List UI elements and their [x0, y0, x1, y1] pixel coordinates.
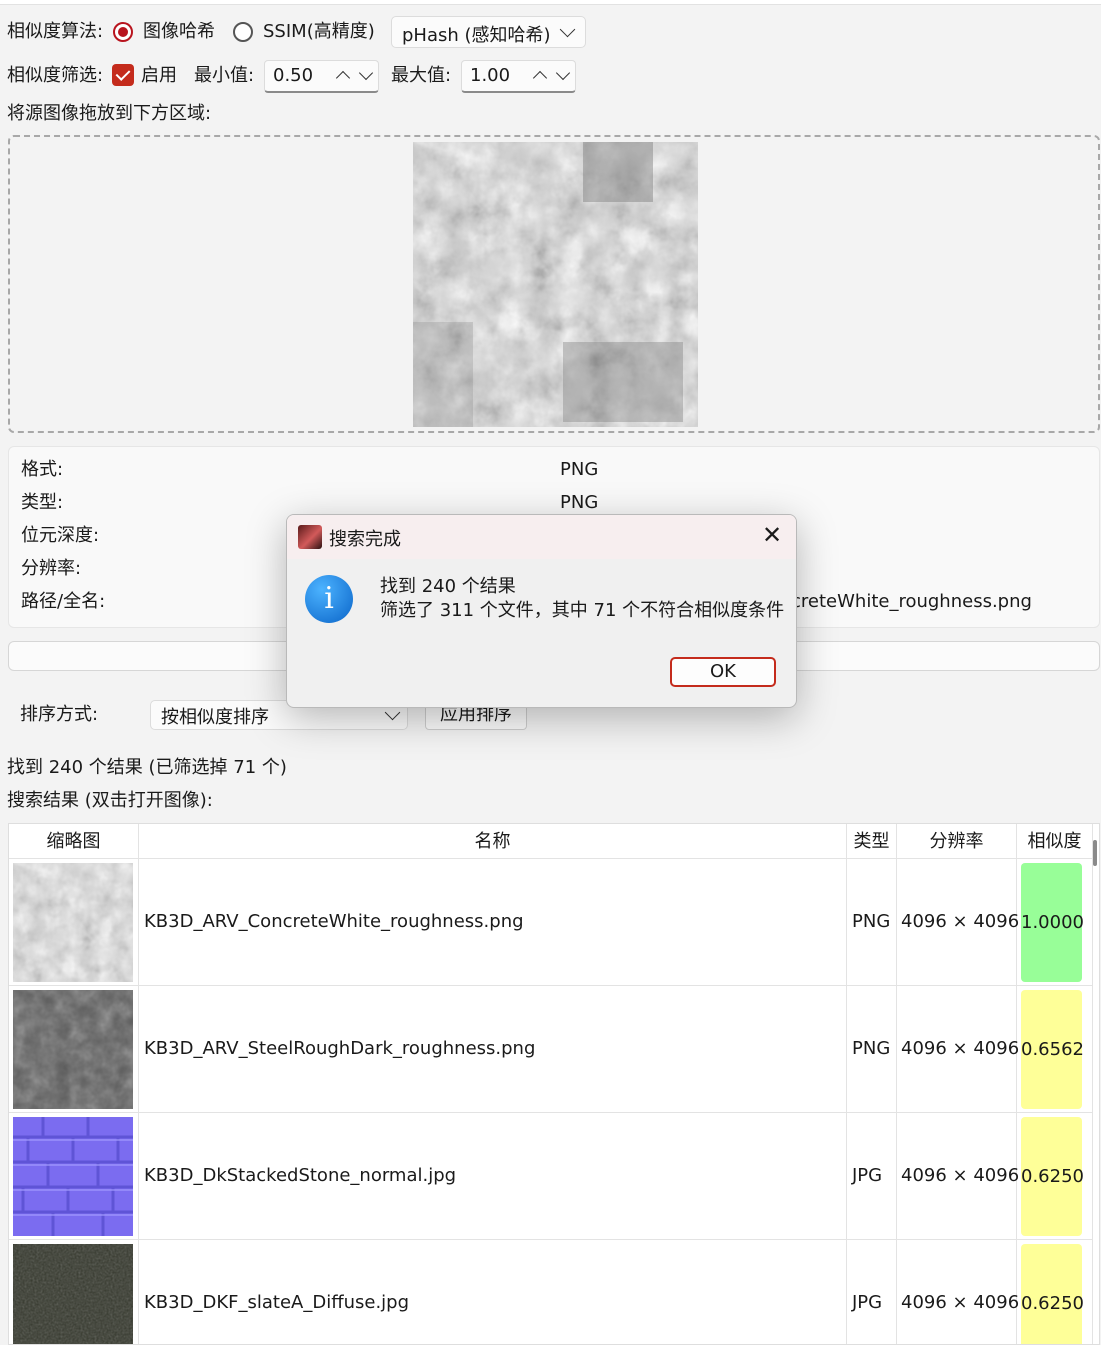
- top-edge: [0, 0, 1101, 5]
- thumbnail: [13, 1244, 133, 1344]
- sort-value: 按相似度排序: [161, 707, 269, 728]
- name-cell: KB3D_DKF_slateA_Diffuse.jpg: [139, 1240, 847, 1344]
- table-row[interactable]: KB3D_ARV_ConcreteWhite_roughness.png PNG…: [9, 859, 1099, 986]
- header-resolution[interactable]: 分辨率: [897, 824, 1017, 859]
- close-icon[interactable]: ✕: [762, 521, 782, 549]
- thumbnail-cell: [9, 1240, 139, 1344]
- similarity-value: 1.0000: [1021, 863, 1084, 982]
- filter-label: 相似度筛选:: [7, 65, 104, 86]
- filter-enable-checkbox[interactable]: [112, 64, 134, 86]
- type-cell: JPG: [847, 1113, 897, 1240]
- source-image-preview: [413, 142, 698, 427]
- dialog-message-line2: 筛选了 311 个文件，其中 71 个不符合相似度条件: [380, 600, 785, 621]
- table-row[interactable]: KB3D_DKF_slateA_Diffuse.jpg JPG 4096 × 4…: [9, 1240, 1099, 1344]
- max-value-spinbox[interactable]: 1.00: [461, 60, 576, 93]
- format-value: PNG: [560, 459, 599, 480]
- spin-down-icon[interactable]: [358, 65, 374, 81]
- drop-hint: 将源图像拖放到下方区域:: [7, 103, 212, 124]
- filter-enable-label[interactable]: 启用: [141, 64, 177, 88]
- header-thumbnail[interactable]: 缩略图: [9, 824, 139, 859]
- dialog-title: 搜索完成: [329, 529, 401, 550]
- path-value: creteWhite_roughness.png: [791, 591, 1032, 612]
- thumbnail-cell: [9, 986, 139, 1113]
- spin-down-icon[interactable]: [555, 65, 571, 81]
- max-value: 1.00: [470, 65, 511, 86]
- min-value: 0.50: [273, 65, 314, 86]
- similarity-cell: 1.0000: [1017, 859, 1093, 986]
- depth-label: 位元深度:: [21, 525, 100, 546]
- similarity-value: 0.6562: [1021, 990, 1084, 1109]
- name-cell: KB3D_ARV_ConcreteWhite_roughness.png: [139, 859, 847, 986]
- hash-method-value: pHash (感知哈希): [402, 25, 551, 46]
- resolution-cell: 4096 × 4096: [897, 1240, 1019, 1344]
- thumbnail-cell: [9, 859, 139, 986]
- chevron-down-icon: [559, 21, 576, 38]
- radio-image-hash-label[interactable]: 图像哈希: [143, 20, 215, 44]
- similarity-value: 0.6250: [1021, 1117, 1084, 1236]
- format-label: 格式:: [21, 459, 64, 480]
- type-cell: PNG: [847, 859, 897, 986]
- thumbnail-cell: [9, 1113, 139, 1240]
- type-label: 类型:: [21, 492, 64, 513]
- similarity-cell: 0.6250: [1017, 1113, 1093, 1240]
- similarity-value: 0.6250: [1021, 1244, 1084, 1344]
- max-label: 最大值:: [391, 65, 452, 86]
- type-cell: JPG: [847, 1240, 897, 1344]
- sort-label: 排序方式:: [20, 704, 99, 725]
- info-icon: i: [305, 575, 353, 623]
- search-complete-dialog[interactable]: 搜索完成 ✕ i 找到 240 个结果 筛选了 311 个文件，其中 71 个不…: [286, 514, 797, 708]
- type-cell: PNG: [847, 986, 897, 1113]
- app-icon: [298, 525, 322, 549]
- min-value-spinbox[interactable]: 0.50: [264, 60, 379, 93]
- name-cell: KB3D_DkStackedStone_normal.jpg: [139, 1113, 847, 1240]
- resolution-cell: 4096 × 4096: [897, 1113, 1019, 1240]
- radio-ssim-label[interactable]: SSIM(高精度): [263, 20, 375, 44]
- similarity-cell: 0.6250: [1017, 1240, 1093, 1344]
- result-summary: 找到 240 个结果 (已筛选掉 71 个): [7, 757, 287, 778]
- radio-ssim[interactable]: [233, 22, 253, 42]
- algorithm-label: 相似度算法:: [7, 21, 104, 42]
- min-label: 最小值:: [194, 65, 255, 86]
- header-type[interactable]: 类型: [847, 824, 897, 859]
- thumbnail: [13, 1117, 133, 1236]
- resolution-cell: 4096 × 4096: [897, 859, 1019, 986]
- dialog-message-line1: 找到 240 个结果: [380, 576, 516, 597]
- path-label: 路径/全名:: [21, 591, 106, 612]
- resolution-cell: 4096 × 4096: [897, 986, 1019, 1113]
- results-table[interactable]: 缩略图 名称 类型 分辨率 相似度 KB3D_ARV_ConcreteWhite…: [8, 823, 1100, 1345]
- dialog-titlebar[interactable]: 搜索完成 ✕: [287, 515, 796, 559]
- radio-image-hash[interactable]: [113, 22, 133, 42]
- spin-up-icon[interactable]: [532, 70, 548, 86]
- name-cell: KB3D_ARV_SteelRoughDark_roughness.png: [139, 986, 847, 1113]
- thumbnail: [13, 990, 133, 1109]
- ok-button[interactable]: OK: [670, 657, 776, 687]
- similarity-cell: 0.6562: [1017, 986, 1093, 1113]
- spin-up-icon[interactable]: [335, 70, 351, 86]
- header-similarity[interactable]: 相似度: [1017, 824, 1093, 859]
- results-hint: 搜索结果 (双击打开图像):: [7, 790, 213, 811]
- type-value: PNG: [560, 492, 599, 513]
- table-row[interactable]: KB3D_DkStackedStone_normal.jpg JPG 4096 …: [9, 1113, 1099, 1240]
- table-row[interactable]: KB3D_ARV_SteelRoughDark_roughness.png PN…: [9, 986, 1099, 1113]
- thumbnail: [13, 863, 133, 982]
- header-name[interactable]: 名称: [139, 824, 847, 859]
- resolution-label: 分辨率:: [21, 558, 82, 579]
- hash-method-select[interactable]: pHash (感知哈希): [391, 16, 586, 48]
